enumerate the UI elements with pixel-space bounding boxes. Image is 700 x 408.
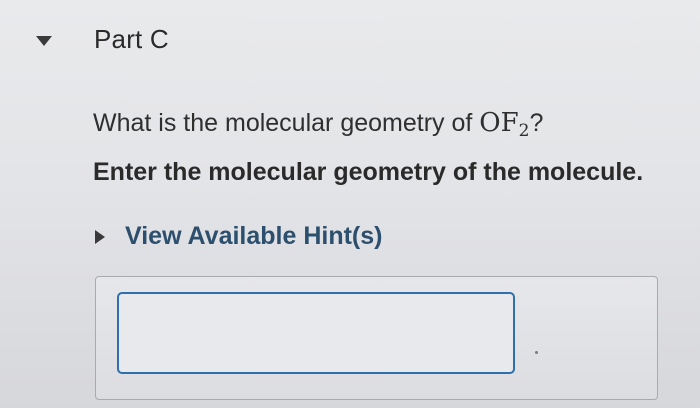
answer-panel-dot (535, 351, 538, 354)
triangle-down-icon[interactable] (36, 36, 52, 46)
chemical-formula: OF2 (479, 108, 530, 141)
view-hints-label: View Available Hint(s) (125, 222, 383, 250)
formula-subscript: 2 (518, 121, 530, 141)
formula-base: OF (479, 108, 519, 138)
answer-input[interactable] (117, 292, 515, 374)
question-prefix: What is the molecular geometry of (93, 109, 480, 137)
question-text: What is the molecular geometry of OF2? (93, 108, 543, 141)
view-hints-toggle[interactable]: View Available Hint(s) (95, 222, 382, 251)
triangle-right-icon (95, 229, 105, 244)
part-title: Part C (94, 24, 169, 54)
instruction-text: Enter the molecular geometry of the mole… (93, 158, 644, 186)
question-suffix: ? (529, 109, 544, 137)
